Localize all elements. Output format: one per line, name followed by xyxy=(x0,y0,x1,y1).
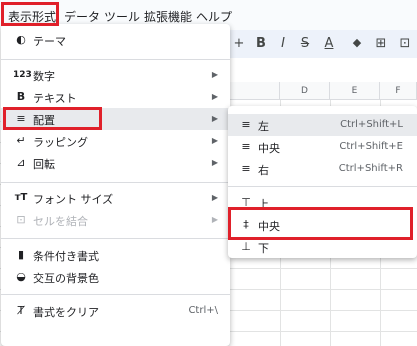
menu-tools[interactable]: ツール xyxy=(104,8,140,25)
menu-item-label: 書式をクリア xyxy=(33,306,99,319)
shortcut-label: Ctrl+Shift+E xyxy=(339,141,403,152)
divider xyxy=(228,186,417,187)
divider xyxy=(1,182,230,183)
toolbar: + B I S A ◆ ⊞ ⊡ xyxy=(230,30,417,58)
strikethrough-button[interactable]: S xyxy=(296,36,314,51)
menu-item-clear-formatting[interactable]: Ⱦ 書式をクリア Ctrl+\ xyxy=(1,300,230,322)
submenu-item-middle[interactable]: ‡ 中央 xyxy=(228,214,417,236)
menu-help[interactable]: ヘルプ xyxy=(196,8,232,25)
menu-item-theme[interactable]: ◐ テーマ xyxy=(1,29,230,51)
submenu-item-top[interactable]: ⊤ 上 xyxy=(228,192,417,214)
submenu-item-right[interactable]: ≡ 右 Ctrl+Shift+R xyxy=(228,158,417,180)
submenu-arrow-icon: ▶ xyxy=(211,92,218,101)
menu-extensions[interactable]: 拡張機能 xyxy=(144,8,192,25)
borders-icon[interactable]: ⊞ xyxy=(372,36,390,51)
menu-item-label: ラッピング xyxy=(33,136,88,149)
bold-icon: B xyxy=(16,90,26,103)
menu-item-text[interactable]: B テキスト ▶ xyxy=(1,86,230,108)
merge-icon[interactable]: ⊡ xyxy=(396,36,414,51)
submenu-arrow-icon: ▶ xyxy=(211,136,218,145)
submenu-item-label: 中央 xyxy=(258,220,280,233)
fill-drop-icon: ◒ xyxy=(16,270,26,283)
menu-item-label: フォント サイズ xyxy=(33,193,114,206)
align-center-icon: ≡ xyxy=(241,140,251,153)
menu-format[interactable]: 表示形式 xyxy=(8,8,56,25)
align-bottom-icon: ⊥ xyxy=(241,240,251,253)
menu-item-label: テキスト xyxy=(33,92,77,105)
align-right-icon: ≡ xyxy=(241,162,251,175)
menu-item-label: 数字 xyxy=(33,70,55,83)
palette-icon: ◐ xyxy=(16,33,26,46)
wrap-icon: ↵ xyxy=(16,134,26,147)
rotate-icon: ⊿ xyxy=(16,156,26,169)
submenu-arrow-icon: ▶ xyxy=(211,193,218,202)
submenu-item-center[interactable]: ≡ 中央 Ctrl+Shift+E xyxy=(228,136,417,158)
align-left-icon: ≡ xyxy=(16,112,26,125)
paint-roller-icon: ▮ xyxy=(17,248,25,261)
submenu-item-label: 中央 xyxy=(258,142,280,155)
align-top-icon: ⊤ xyxy=(241,196,251,209)
column-header-f[interactable]: F xyxy=(380,82,417,100)
shortcut-label: Ctrl+\ xyxy=(188,305,218,316)
menu-item-alignment[interactable]: ≡ 配置 ▶ xyxy=(1,108,230,130)
fill-color-icon[interactable]: ◆ xyxy=(348,36,366,49)
menu-item-label: 回転 xyxy=(33,158,55,171)
menu-item-conditional-formatting[interactable]: ▮ 条件付き書式 xyxy=(1,244,230,266)
menu-item-rotation[interactable]: ⊿ 回転 ▶ xyxy=(1,152,230,174)
align-middle-icon: ‡ xyxy=(243,218,249,231)
submenu-arrow-icon: ▶ xyxy=(211,158,218,167)
submenu-item-label: 下 xyxy=(258,242,269,255)
menu-item-label: 交互の背景色 xyxy=(33,272,99,285)
divider xyxy=(1,59,230,60)
alignment-submenu: ≡ 左 Ctrl+Shift+L ≡ 中央 Ctrl+Shift+E ≡ 右 C… xyxy=(228,106,417,258)
menu-item-number[interactable]: 123 数字 ▶ xyxy=(1,64,230,86)
submenu-item-bottom[interactable]: ⊥ 下 xyxy=(228,236,417,258)
submenu-arrow-icon: ▶ xyxy=(211,114,218,123)
menu-data[interactable]: データ xyxy=(64,8,100,25)
submenu-arrow-icon: ▶ xyxy=(211,215,218,224)
italic-button[interactable]: I xyxy=(274,36,292,51)
number-icon: 123 xyxy=(13,70,32,80)
menu-item-font-size[interactable]: тT フォント サイズ ▶ xyxy=(1,187,230,209)
format-menu: ◐ テーマ 123 数字 ▶ B テキスト ▶ ≡ 配置 ▶ ↵ ラッピング ▶… xyxy=(1,24,230,346)
align-left-icon: ≡ xyxy=(241,118,251,131)
divider xyxy=(1,294,230,295)
plus-icon[interactable]: + xyxy=(230,36,248,51)
shortcut-label: Ctrl+Shift+R xyxy=(338,163,403,174)
divider xyxy=(1,238,230,239)
merge-cells-icon: ⊡ xyxy=(16,213,26,226)
column-header-e[interactable]: E xyxy=(330,82,380,100)
shortcut-label: Ctrl+Shift+L xyxy=(340,119,403,130)
bold-button[interactable]: B xyxy=(252,36,270,51)
submenu-item-label: 左 xyxy=(258,120,269,133)
menu-item-alternating-colors[interactable]: ◒ 交互の背景色 xyxy=(1,266,230,288)
submenu-item-label: 右 xyxy=(258,164,269,177)
menu-item-label: セルを結合 xyxy=(33,215,88,228)
submenu-arrow-icon: ▶ xyxy=(211,70,218,79)
column-header-partial[interactable] xyxy=(230,82,280,100)
clear-format-icon: Ⱦ xyxy=(17,304,25,317)
submenu-item-left[interactable]: ≡ 左 Ctrl+Shift+L xyxy=(228,114,417,136)
menu-item-label: テーマ xyxy=(33,35,66,48)
text-color-button[interactable]: A xyxy=(320,36,338,51)
menu-item-merge-cells: ⊡ セルを結合 ▶ xyxy=(1,209,230,231)
menu-item-label: 配置 xyxy=(33,114,55,127)
submenu-item-label: 上 xyxy=(258,198,269,211)
menu-item-wrapping[interactable]: ↵ ラッピング ▶ xyxy=(1,130,230,152)
menu-item-label: 条件付き書式 xyxy=(33,250,99,263)
column-header-d[interactable]: D xyxy=(280,82,330,100)
font-size-icon: тT xyxy=(14,192,28,203)
